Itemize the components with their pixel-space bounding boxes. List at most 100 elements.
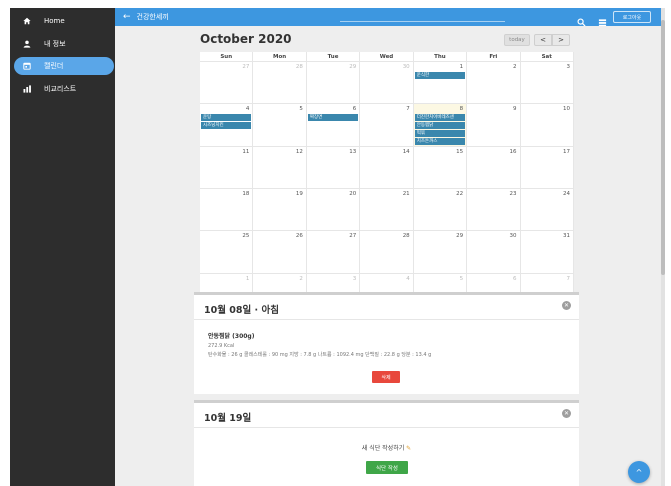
day-events: 운식한 (414, 72, 466, 80)
weekday-label: Fri (467, 52, 521, 62)
calendar-event[interactable]: 안동찜닭 (414, 122, 466, 130)
day-number: 17 (562, 148, 570, 155)
calendar-week: 27 28 29 30 1 운식한 2 3 (200, 62, 574, 105)
calendar-week: 4 운탕 시즈닝치킨 5 6 짜장면 7 8 더진한치아바레즈샌 안동찜닭 떡볶 치즈돈까스 9 10 (200, 104, 574, 147)
calendar-day-cell[interactable]: 13 (306, 146, 361, 189)
day-number: 6 (352, 106, 357, 113)
day-events: 더진한치아바레즈샌 안동찜닭 떡볶 치즈돈까스 (414, 114, 466, 146)
calendar-day-cell[interactable]: 6 짜장면 (306, 104, 361, 147)
calendar-day-cell[interactable]: 27 (200, 62, 254, 105)
day-number: 18 (242, 191, 250, 197)
day-number: 27 (349, 233, 357, 240)
today-button[interactable]: today (504, 34, 530, 46)
sidebar-item-my-info[interactable]: 내 정보 (14, 35, 114, 53)
day-events: 짜장면 (307, 114, 359, 122)
calendar-day-cell[interactable]: 21 (360, 189, 414, 232)
back-arrow-icon[interactable]: ← (123, 12, 131, 22)
day-number: 28 (402, 233, 410, 240)
chevron-up-icon: ^ (635, 467, 643, 477)
calendar-day-cell[interactable]: 30 (360, 62, 414, 105)
add-meal-button[interactable]: 식단 작성 (366, 461, 408, 474)
calendar-day-cell[interactable]: 23 (467, 189, 521, 232)
calendar-day-cell[interactable]: 31 (520, 231, 574, 274)
calendar-day-cell[interactable]: 29 (306, 62, 361, 105)
calendar-day-cell[interactable]: 1 운식한 (413, 62, 468, 105)
close-icon[interactable]: ✕ (562, 301, 571, 310)
calendar-day-cell[interactable]: 14 (360, 146, 414, 189)
sidebar-item-calendar[interactable]: 캘린더 (14, 57, 114, 75)
calendar-day-cell[interactable]: 18 (200, 189, 254, 232)
day-number: 29 (456, 233, 464, 240)
logout-button[interactable]: 로그아웃 (613, 11, 651, 23)
food-nutrients: 탄수화물 : 26 g 콜레스테롤 : 90 mg 지방 : 7.8 g 나트륨… (208, 352, 432, 358)
day-number: 9 (513, 106, 517, 113)
calendar-day-cell[interactable]: 12 (253, 146, 307, 189)
new-meal-prompt: 새 식단 작성하기 ✎ (194, 443, 579, 452)
calendar-day-cell[interactable]: 27 (306, 231, 361, 274)
meal-detail-panel: 10월 08일 · 아침 ✕ 안동찜닭 (300g) 272.9 Kcal 탄수… (194, 292, 579, 394)
calendar-day-cell[interactable]: 28 (360, 231, 414, 274)
calendar-day-cell[interactable]: 4 운탕 시즈닝치킨 (200, 104, 254, 147)
day-number: 31 (562, 233, 570, 240)
calendar-day-cell[interactable]: 20 (306, 189, 361, 232)
calendar-day-cell[interactable]: 2 (467, 62, 521, 105)
search-input[interactable] (340, 21, 505, 22)
sidebar-item-label: 캘린더 (44, 62, 64, 70)
day-number: 10 (562, 106, 570, 113)
calendar-event[interactable]: 시즈닝치킨 (201, 122, 252, 130)
day-number: 2 (299, 275, 303, 282)
calendar-day-cell[interactable]: 19 (253, 189, 307, 232)
calendar-day-cell[interactable]: 24 (520, 189, 574, 232)
divider (194, 427, 579, 428)
calendar-event[interactable]: 운탕 (201, 114, 252, 122)
calendar-day-cell[interactable]: 16 (467, 146, 521, 189)
calendar-event[interactable]: 치즈돈까스 (414, 138, 466, 146)
calendar-event[interactable]: 더진한치아바레즈샌 (414, 114, 466, 122)
calendar-week: 18 19 20 21 22 23 24 (200, 189, 574, 232)
calendar-event[interactable]: 운식한 (414, 72, 466, 79)
calendar-day-cell[interactable]: 28 (253, 62, 307, 105)
calendar-day-cell[interactable]: 8 더진한치아바레즈샌 안동찜닭 떡볶 치즈돈까스 (413, 104, 468, 147)
person-icon (20, 40, 34, 48)
day-number: 28 (295, 64, 303, 70)
calendar-day-cell[interactable]: 25 (200, 231, 254, 274)
divider (194, 319, 579, 320)
sidebar-item-label: 내 정보 (44, 40, 66, 48)
sidebar-item-compare-list[interactable]: 비교리스트 (14, 80, 114, 98)
delete-button[interactable]: 삭제 (372, 371, 400, 383)
calendar-day-cell[interactable]: 5 (253, 104, 307, 147)
calendar-day-cell[interactable]: 11 (200, 146, 254, 189)
day-events: 운탕 시즈닝치킨 (201, 114, 252, 130)
calendar-day-cell[interactable]: 17 (520, 146, 574, 189)
sidebar-item-home[interactable]: Home (14, 12, 114, 30)
day-number: 1 (459, 64, 464, 70)
calendar-day-cell[interactable]: 22 (413, 189, 468, 232)
calendar-event[interactable]: 짜장면 (307, 114, 359, 122)
calendar-day-cell[interactable]: 9 (467, 104, 521, 147)
calendar-day-cell[interactable]: 10 (520, 104, 574, 147)
new-meal-prompt-text: 새 식단 작성하기 (361, 445, 405, 452)
day-number: 3 (566, 64, 570, 70)
weekday-label: Sun (200, 52, 254, 62)
close-icon[interactable]: ✕ (562, 409, 571, 418)
prev-month-button[interactable]: < (534, 34, 552, 46)
next-month-button[interactable]: > (552, 34, 570, 46)
weekday-header: Sun Mon Tue Wed Thu Fri Sat (200, 52, 574, 62)
scroll-to-top-button[interactable]: ^ (628, 461, 650, 483)
calendar-grid: Sun Mon Tue Wed Thu Fri Sat 27 28 29 30 1 운식한 2 3 4 운탕 시… (200, 52, 574, 316)
calendar-day-cell[interactable]: 15 (413, 146, 468, 189)
scrollbar-thumb[interactable] (661, 20, 665, 275)
day-number: 4 (245, 106, 250, 113)
calendar-day-cell[interactable]: 30 (467, 231, 521, 274)
calendar-day-cell[interactable]: 26 (253, 231, 307, 274)
calendar-event[interactable]: 떡볶 (414, 130, 466, 138)
calendar-week: 25 26 27 28 29 30 31 (200, 231, 574, 274)
day-number: 21 (402, 191, 410, 197)
day-number: 27 (242, 64, 250, 70)
weekday-label: Tue (306, 52, 361, 62)
calendar-day-cell[interactable]: 3 (520, 62, 574, 105)
calendar-day-cell[interactable]: 7 (360, 104, 414, 147)
calendar-day-cell[interactable]: 29 (413, 231, 468, 274)
day-number: 1 (245, 275, 250, 282)
main-scrollbar[interactable] (661, 8, 665, 486)
